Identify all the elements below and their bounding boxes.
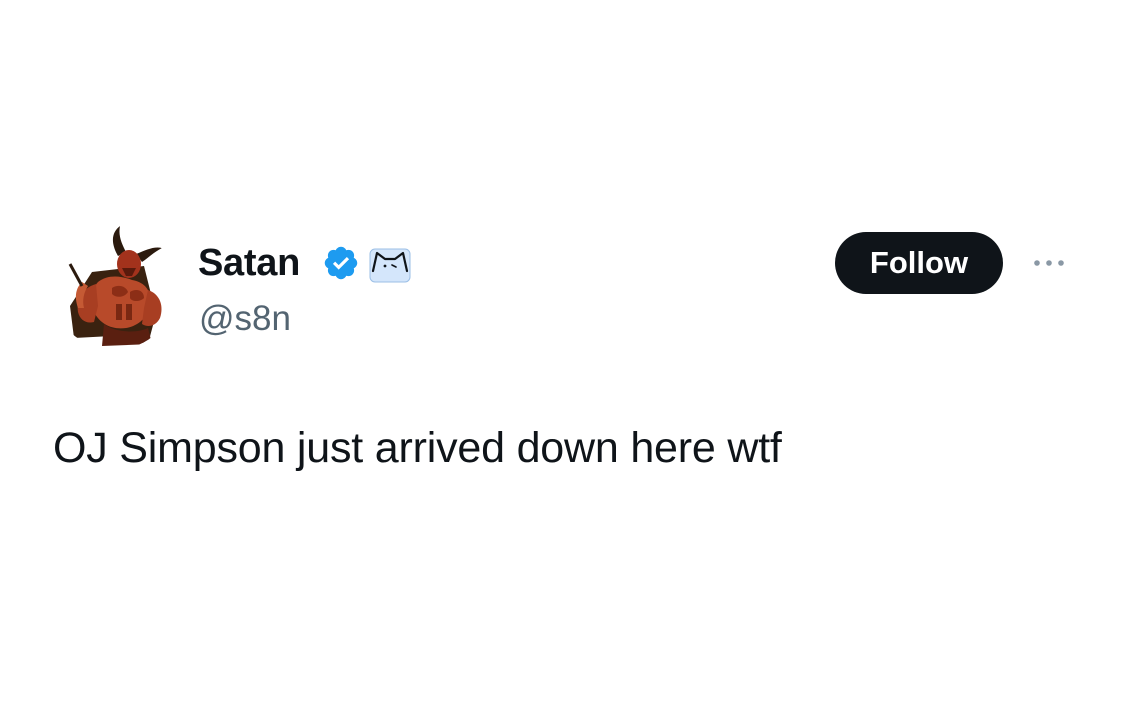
devil-avatar-image	[52, 226, 176, 350]
devil-avatar[interactable]	[52, 226, 176, 350]
follow-button[interactable]: Follow	[835, 232, 1003, 294]
user-handle[interactable]: @s8n	[199, 298, 291, 340]
more-icon[interactable]	[1025, 248, 1073, 278]
verified-badge-icon	[322, 244, 360, 282]
cat-icon[interactable]	[367, 243, 413, 285]
tweet-text: OJ Simpson just arrived down here wtf	[53, 424, 782, 472]
tweet-card: Satan @s8n Follow OJ Simpson just arrive…	[0, 0, 1125, 714]
display-name[interactable]: Satan	[198, 240, 300, 286]
